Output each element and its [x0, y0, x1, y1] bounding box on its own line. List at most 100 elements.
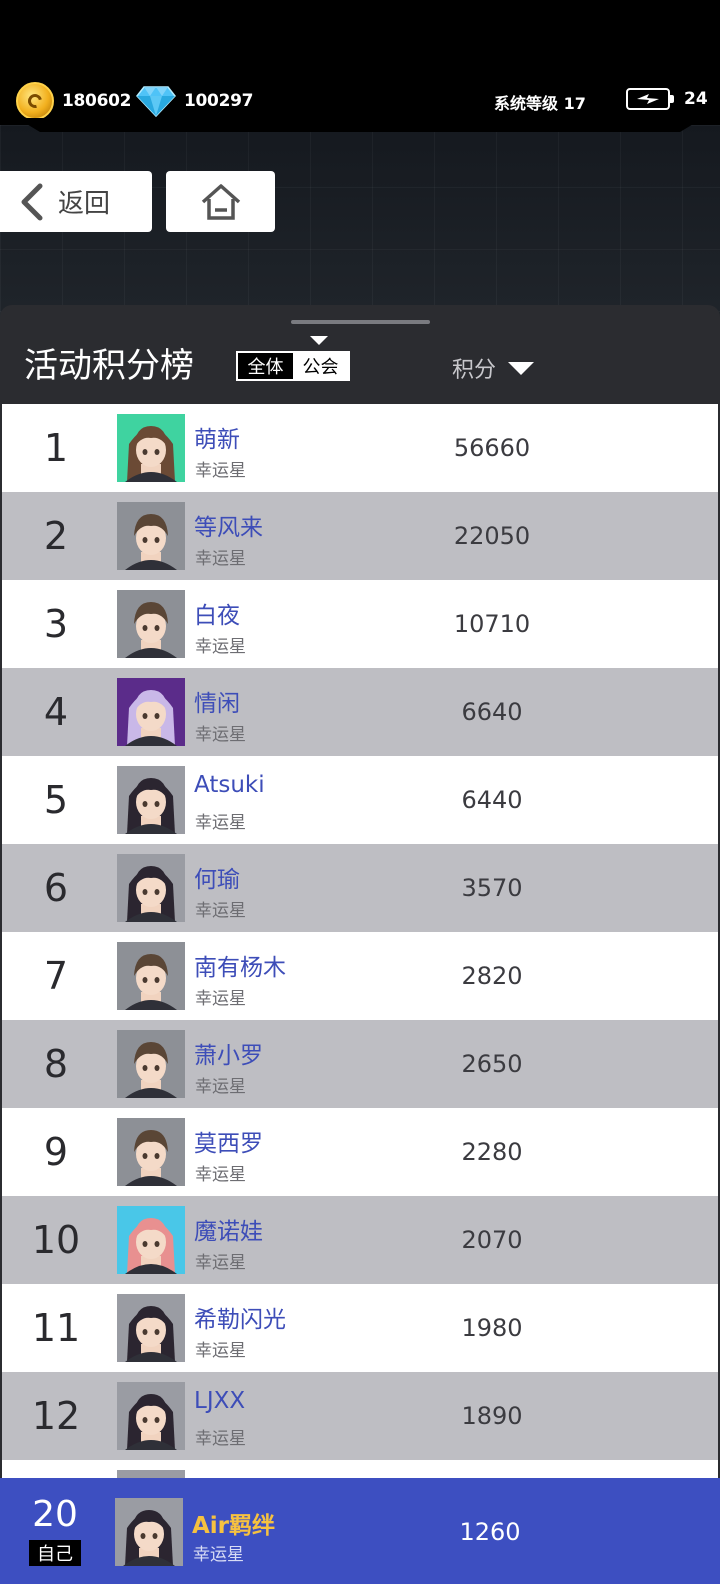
avatar[interactable] — [117, 1470, 185, 1478]
scope-option-all[interactable]: 全体 — [238, 353, 293, 379]
player-score: 10710 — [453, 610, 531, 638]
table-row[interactable]: 12 LJXX 幸运星 1890 — [2, 1372, 718, 1460]
player-score: 6640 — [461, 698, 523, 726]
score-sort-label: 积分 — [452, 358, 497, 383]
table-row[interactable] — [2, 1460, 718, 1478]
table-row[interactable]: 6 何瑜幸运星 3570 — [2, 844, 718, 932]
player-name[interactable]: 萧小罗 — [194, 1036, 263, 1070]
rank-number: 1 — [43, 426, 69, 470]
table-row[interactable]: 4 情闲幸运星 6640 — [2, 668, 718, 756]
player-title: 幸运星 — [195, 1341, 246, 1361]
avatar[interactable] — [115, 1498, 183, 1566]
coin-icon — [16, 82, 54, 120]
coin-resource[interactable]: 180602 — [16, 82, 131, 120]
battery-icon — [626, 88, 674, 110]
home-button[interactable] — [166, 171, 275, 232]
panel-drag-handle[interactable] — [291, 320, 430, 324]
player-title: 幸运星 — [195, 725, 246, 745]
chevron-left-icon — [21, 183, 43, 220]
rank-number: 3 — [43, 602, 69, 646]
player-score: 1890 — [461, 1402, 523, 1430]
table-row[interactable]: 11 希勒闪光 幸运星 1980 — [2, 1284, 718, 1372]
table-row[interactable]: 7 南有杨木 幸运星 2820 — [2, 932, 718, 1020]
player-score: 2820 — [461, 962, 523, 990]
player-name[interactable]: 萌新 — [194, 420, 240, 454]
player-title: 幸运星 — [195, 1077, 246, 1097]
avatar[interactable] — [117, 1382, 185, 1450]
player-title: 幸运星 — [195, 1253, 246, 1273]
energy-value: 24 — [684, 89, 708, 109]
player-name[interactable]: Atsuki — [194, 772, 265, 798]
avatar[interactable] — [117, 502, 185, 570]
table-row[interactable]: 8 萧小罗幸运星 2650 — [2, 1020, 718, 1108]
topbar-edge — [0, 118, 720, 132]
sort-down-icon — [508, 361, 535, 375]
table-row[interactable]: 2 等风来 幸运星 22050 — [2, 492, 718, 580]
scope-toggle[interactable]: 全体 公会 — [236, 351, 350, 381]
player-name[interactable]: 等风来 — [194, 508, 263, 542]
player-score: 2650 — [461, 1050, 523, 1078]
avatar[interactable] — [117, 414, 185, 482]
player-title: 幸运星 — [195, 989, 246, 1009]
avatar[interactable] — [117, 678, 185, 746]
rank-number: 10 — [31, 1218, 81, 1262]
player-name[interactable]: 南有杨木 — [194, 948, 286, 982]
table-row[interactable]: 10 魔诺娃幸运星 2070 — [2, 1196, 718, 1284]
self-rank-row[interactable]: 20 自己 Air羁绊 幸运星 1260 — [0, 1478, 720, 1584]
avatar[interactable] — [117, 1294, 185, 1362]
player-score: 1260 — [459, 1518, 521, 1546]
table-row[interactable]: 9 莫西罗 幸运星 2280 — [2, 1108, 718, 1196]
player-score: 1980 — [461, 1314, 523, 1342]
player-title: 幸运星 — [195, 1165, 246, 1185]
energy-resource[interactable]: 24 — [626, 88, 708, 110]
score-sort-button[interactable]: 积分 — [452, 352, 535, 384]
player-name[interactable]: LJXX — [194, 1388, 245, 1414]
avatar[interactable] — [117, 766, 185, 834]
back-label: 返回 — [58, 189, 111, 219]
avatar[interactable] — [117, 1118, 185, 1186]
home-icon — [201, 183, 240, 220]
player-name: Air羁绊 — [192, 1513, 276, 1539]
table-row[interactable]: 5 Atsuki 幸运星 6440 — [2, 756, 718, 844]
rank-number: 4 — [43, 690, 69, 734]
rank-number: 2 — [43, 514, 69, 558]
diamond-icon — [136, 86, 176, 118]
table-row[interactable]: 1 萌新幸运星 56660 — [2, 404, 718, 492]
player-title: 幸运星 — [195, 813, 246, 833]
rank-number: 6 — [43, 866, 69, 910]
rank-number: 8 — [43, 1042, 69, 1086]
player-title: 幸运星 — [193, 1545, 244, 1565]
player-score: 2070 — [461, 1226, 523, 1254]
self-rank-number: 20 — [32, 1494, 78, 1535]
collapse-arrow-icon[interactable] — [310, 336, 328, 345]
back-button[interactable]: 返回 — [0, 171, 152, 232]
player-score: 56660 — [453, 434, 531, 462]
board-title: 活动积分榜 — [24, 346, 194, 386]
player-name[interactable]: 莫西罗 — [194, 1124, 263, 1158]
player-title: 幸运星 — [195, 637, 246, 657]
player-name[interactable]: 白夜 — [194, 596, 240, 630]
player-name[interactable]: 何瑜 — [194, 860, 240, 894]
leaderboard-screen: 180602 100297 系统等级 17 24 返回 活动积分榜 全体 公会 … — [0, 0, 720, 1584]
status-bar: 180602 100297 系统等级 17 24 — [0, 0, 720, 130]
rank-number: 12 — [31, 1394, 81, 1438]
player-name[interactable]: 情闲 — [194, 684, 240, 718]
avatar[interactable] — [117, 1206, 185, 1274]
system-level: 系统等级 17 — [494, 94, 586, 113]
player-score: 6440 — [461, 786, 523, 814]
avatar[interactable] — [117, 854, 185, 922]
avatar[interactable] — [117, 590, 185, 658]
ranking-list[interactable]: 1 萌新 幸运星 56660 2 等风来 幸运星 22050 3 白夜 幸运星 10710 4 情闲 幸运星… — [2, 404, 718, 1478]
player-name[interactable]: 希勒闪光 — [194, 1300, 286, 1334]
table-row[interactable]: 3 白夜幸运星 10710 — [2, 580, 718, 668]
avatar[interactable] — [117, 942, 185, 1010]
player-name[interactable]: 魔诺娃 — [194, 1212, 263, 1246]
player-score: 3570 — [461, 874, 523, 902]
rank-number: 9 — [43, 1130, 69, 1174]
player-title: 幸运星 — [195, 901, 246, 921]
avatar[interactable] — [117, 1030, 185, 1098]
rank-number: 5 — [43, 778, 69, 822]
player-title: 幸运星 — [195, 461, 246, 481]
scope-option-guild[interactable]: 公会 — [293, 353, 348, 379]
diamond-resource[interactable]: 100297 — [136, 84, 253, 118]
